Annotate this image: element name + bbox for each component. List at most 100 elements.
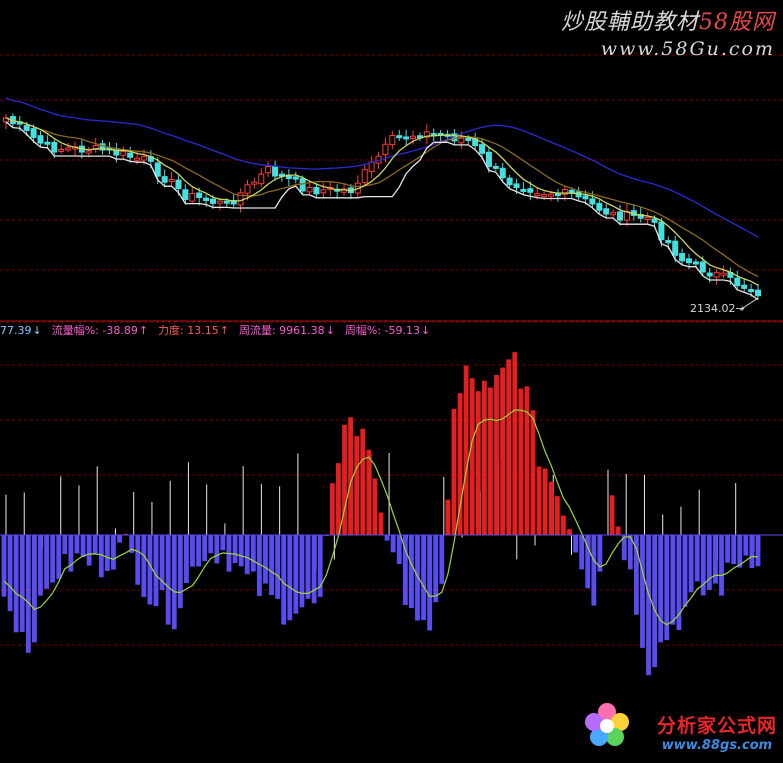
indicator-legend: 77.39↓流量幅%: -38.89↑力度: 13.15↑周流量: 9961.3… <box>0 322 440 338</box>
bar-negative <box>743 535 748 556</box>
candle-up <box>217 201 222 203</box>
bar-negative <box>281 535 286 625</box>
bar-positive <box>360 429 365 535</box>
bar-positive <box>330 483 335 535</box>
bar-negative <box>251 535 256 572</box>
bar-negative <box>573 535 578 552</box>
candle-up <box>135 158 140 160</box>
bar-negative <box>245 535 250 574</box>
candle-down <box>38 136 43 143</box>
candle-up <box>59 149 64 151</box>
candle-down <box>666 240 671 242</box>
bar-negative <box>141 535 146 597</box>
stock-chart[interactable] <box>0 0 783 759</box>
indicator-value: 周流量: 9961.38 <box>239 324 325 337</box>
candle-down <box>162 177 167 183</box>
candle-down <box>735 278 740 286</box>
bar-positive <box>452 409 457 535</box>
bar-negative <box>8 535 13 611</box>
candle-down <box>673 241 678 255</box>
bar-negative <box>214 535 219 563</box>
candle-down <box>128 153 133 157</box>
bar-positive <box>506 359 511 535</box>
bar-positive <box>610 495 615 535</box>
watermark-top: 炒股輔助教材58股网 www.58Gu.com <box>561 4 775 60</box>
bar-positive <box>348 417 353 535</box>
bar-positive <box>482 381 487 535</box>
bar-negative <box>105 535 110 571</box>
bar-positive <box>512 352 517 535</box>
bar-negative <box>415 535 420 621</box>
bar-negative <box>427 535 432 630</box>
arrow-down-icon: ↓ <box>33 324 42 337</box>
candle-down <box>197 193 202 197</box>
bar-negative <box>117 535 122 543</box>
watermark-url: www.58Gu.com <box>561 38 775 60</box>
bar-negative <box>62 535 67 554</box>
indicator-item: 流量幅%: -38.89↑ <box>52 324 148 337</box>
candle-up <box>535 194 540 196</box>
bar-negative <box>652 535 657 667</box>
candle-up <box>411 136 416 138</box>
bar-negative <box>385 535 390 541</box>
bar-negative <box>750 535 755 568</box>
candle-up <box>721 273 726 275</box>
bar-negative <box>670 535 675 625</box>
candle-down <box>507 178 512 184</box>
bar-negative <box>269 535 274 595</box>
bar-positive <box>561 516 566 535</box>
bar-negative <box>409 535 414 608</box>
bar-negative <box>38 535 43 596</box>
candle-down <box>52 142 57 152</box>
candle-up <box>542 194 547 196</box>
candle-down <box>273 166 278 176</box>
indicator-item: 周幅%: -59.13↓ <box>345 324 430 337</box>
ma-fast-line <box>6 118 758 285</box>
bar-positive <box>494 375 499 535</box>
candle-up <box>169 180 174 182</box>
bar-negative <box>87 535 92 566</box>
candle-up <box>245 185 250 193</box>
bar-negative <box>14 535 19 632</box>
bar-positive <box>445 500 450 535</box>
bar-negative <box>81 535 86 557</box>
bar-positive <box>567 529 572 535</box>
bar-negative <box>421 535 426 620</box>
bar-positive <box>549 482 554 535</box>
bar-positive <box>531 410 536 535</box>
candle-up <box>459 138 464 143</box>
candle-down <box>397 136 402 138</box>
candle-down <box>604 209 609 214</box>
indicator-value: 周幅%: -59.13 <box>345 324 420 337</box>
candle-up <box>190 194 195 202</box>
indicator-value: 77.39 <box>0 324 32 337</box>
candle-down <box>24 126 29 131</box>
bar-negative <box>719 535 724 596</box>
bar-negative <box>756 535 761 566</box>
candle-up <box>549 194 554 196</box>
bar-positive <box>354 436 359 535</box>
bar-negative <box>154 535 159 606</box>
bar-negative <box>50 535 55 583</box>
watermark-title-accent: 58股网 <box>699 10 775 35</box>
bar-positive <box>476 391 481 535</box>
bar-negative <box>306 535 311 599</box>
bar-positive <box>379 513 384 535</box>
candle-up <box>645 217 650 219</box>
watermark-bottom-title: 分析家公式网 <box>657 711 777 738</box>
bar-positive <box>464 366 469 535</box>
candle-up <box>259 174 264 184</box>
candle-up <box>307 187 312 191</box>
candle-down <box>480 145 485 154</box>
bar-positive <box>543 468 548 535</box>
candle-down <box>293 177 298 179</box>
bar-positive <box>373 478 378 535</box>
chart-stage[interactable] <box>0 0 783 759</box>
bar-negative <box>44 535 49 589</box>
bar-positive <box>537 467 542 535</box>
candle-down <box>314 188 319 194</box>
bar-negative <box>397 535 402 564</box>
bar-negative <box>184 535 189 583</box>
candle-down <box>176 180 181 188</box>
arrow-up-icon: ↑ <box>139 324 148 337</box>
